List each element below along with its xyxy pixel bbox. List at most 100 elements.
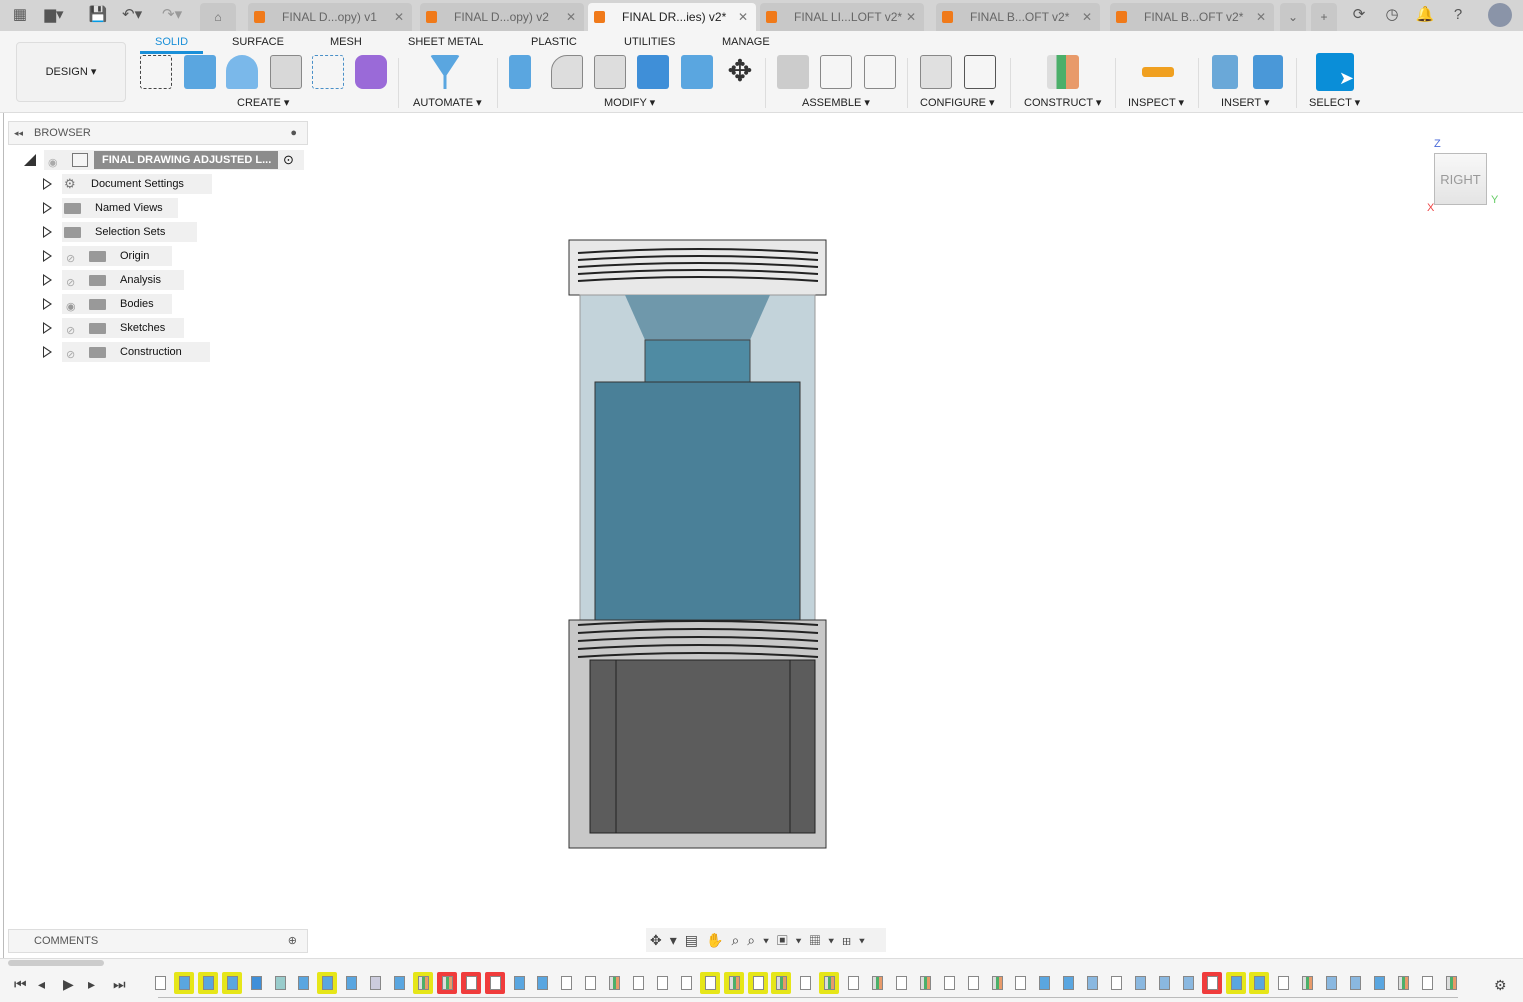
group-configure[interactable]: CONFIGURE ▾ — [920, 96, 995, 109]
group-assemble[interactable]: ASSEMBLE ▾ — [802, 96, 870, 109]
group-create[interactable]: CREATE ▾ — [237, 96, 289, 109]
timeline-feature-align[interactable] — [532, 972, 552, 994]
timeline-feature-shell[interactable] — [1345, 972, 1365, 994]
group-modify[interactable]: MODIFY ▾ — [604, 96, 655, 109]
redo-icon[interactable]: ↷▾ — [162, 5, 182, 25]
browser-node[interactable]: Selection Sets — [0, 222, 310, 242]
timeline-feature-move[interactable] — [1201, 972, 1222, 994]
timeline-feature-shell[interactable] — [1130, 972, 1150, 994]
extrude-icon[interactable] — [184, 55, 216, 89]
ribbon-tab-solid[interactable]: SOLID — [139, 36, 204, 54]
activate-radio-icon[interactable]: ⊙ — [283, 150, 294, 170]
timeline-feature-sketch[interactable] — [1417, 972, 1437, 994]
document-tab[interactable]: FINAL DR...ies) v2* ✕ — [588, 3, 756, 31]
timeline-feature-plane[interactable] — [436, 972, 457, 994]
timeline-feature-plane[interactable] — [915, 972, 935, 994]
browser-node[interactable]: ⊘ Analysis — [0, 270, 310, 290]
insert-image-icon[interactable] — [1253, 55, 1283, 89]
close-tab-icon[interactable]: ✕ — [906, 3, 916, 31]
group-insert[interactable]: INSERT ▾ — [1221, 96, 1270, 109]
expand-triangle-icon[interactable] — [43, 322, 52, 334]
timeline-feature-extrude[interactable] — [197, 972, 218, 994]
hidden-eye-icon[interactable]: ⊘ — [66, 321, 75, 341]
expand-triangle-icon[interactable] — [43, 178, 52, 190]
grid-icon[interactable]: ▦▾ — [810, 932, 843, 948]
timeline-feature-extrude[interactable] — [1249, 972, 1270, 994]
group-construct[interactable]: CONSTRUCT ▾ — [1024, 96, 1101, 109]
timeline-feature-plane[interactable] — [723, 972, 744, 994]
tab-overflow-chevron-icon[interactable]: ⌄ — [1280, 3, 1306, 31]
fit-icon[interactable]: ⌕▾ — [747, 932, 777, 948]
timeline-feature-plane[interactable] — [1393, 972, 1413, 994]
timeline-feature-plane[interactable] — [867, 972, 887, 994]
undo-icon[interactable]: ↶▾ — [122, 5, 142, 25]
expand-triangle-icon[interactable] — [43, 226, 52, 238]
display-settings-icon[interactable]: ▣▾ — [777, 932, 810, 948]
timeline-feature-sketch[interactable] — [652, 972, 672, 994]
orbit-icon[interactable]: ✥▾ — [650, 932, 685, 948]
bom-table-icon[interactable] — [864, 55, 896, 89]
timeline-feature-shell[interactable] — [1082, 972, 1102, 994]
ribbon-tab-sheet-metal[interactable]: SHEET METAL — [408, 36, 483, 48]
timeline-feature-sketch[interactable] — [699, 972, 720, 994]
timeline-feature-sketch[interactable] — [150, 972, 170, 994]
group-select[interactable]: SELECT ▾ — [1309, 96, 1360, 109]
collapse-triangle-icon[interactable] — [24, 154, 36, 166]
comments-expand-icon[interactable]: ⊕ — [288, 930, 297, 952]
configuration-table-icon[interactable] — [964, 55, 996, 89]
timeline-scrollbar[interactable] — [8, 960, 104, 966]
document-tab[interactable]: FINAL LI...LOFT v2* ✕ — [760, 3, 924, 31]
file-menu-icon[interactable]: ▆▾ — [44, 5, 64, 25]
timeline-feature-sketch[interactable] — [676, 972, 696, 994]
timeline-feature-extrude[interactable] — [293, 972, 313, 994]
group-inspect[interactable]: INSPECT ▾ — [1128, 96, 1184, 109]
browser-minimize-icon[interactable]: ● — [290, 122, 297, 144]
timeline-feature-sketch[interactable] — [963, 972, 983, 994]
form-icon[interactable] — [355, 55, 387, 89]
browser-node[interactable]: ⊘ Origin — [0, 246, 310, 266]
timeline-feature-extrude[interactable] — [1034, 972, 1054, 994]
browser-node[interactable]: Named Views — [0, 198, 310, 218]
timeline-feature-sketch[interactable] — [628, 972, 648, 994]
user-avatar[interactable] — [1488, 3, 1512, 27]
group-automate[interactable]: AUTOMATE ▾ — [413, 96, 482, 109]
pan-hand-icon[interactable]: ✋ — [706, 932, 731, 948]
look-at-icon[interactable]: ▤ — [685, 932, 706, 948]
help-icon[interactable]: ? — [1448, 5, 1468, 25]
timeline-feature-move[interactable] — [484, 972, 505, 994]
visibility-eye-icon[interactable]: ◉ — [48, 153, 58, 173]
automate-icon[interactable] — [430, 55, 460, 89]
timeline-feature-move[interactable] — [1273, 972, 1293, 994]
configure-icon[interactable] — [920, 55, 952, 89]
play-icon[interactable]: ▶ — [63, 976, 74, 993]
timeline-feature-move[interactable] — [460, 972, 481, 994]
hidden-eye-icon[interactable]: ⊘ — [66, 273, 75, 293]
timeline-feature-sketch[interactable] — [891, 972, 911, 994]
zoom-icon[interactable]: ⌕ — [731, 932, 747, 948]
new-tab-plus-icon[interactable]: + — [1311, 3, 1337, 31]
document-tab[interactable]: FINAL B...OFT v2* ✕ — [1110, 3, 1274, 31]
browser-node[interactable]: ⚙ Document Settings — [0, 174, 310, 194]
expand-triangle-icon[interactable] — [43, 298, 52, 310]
ribbon-tab-surface[interactable]: SURFACE — [232, 36, 284, 48]
extensions-icon[interactable]: ⟳ — [1349, 5, 1369, 25]
timeline-feature-sketch[interactable] — [1010, 972, 1030, 994]
timeline-feature-plane[interactable] — [604, 972, 624, 994]
move-icon[interactable]: ✥ — [724, 55, 756, 89]
create-sketch-icon[interactable] — [140, 55, 172, 89]
workspace-switcher[interactable]: DESIGN ▾ — [16, 42, 126, 102]
select-icon[interactable]: ➤ — [1316, 53, 1354, 91]
go-to-end-icon[interactable]: ⏭ — [113, 976, 126, 993]
revolve-icon[interactable] — [226, 55, 258, 89]
document-tab[interactable]: FINAL D...opy) v1 ✕ — [248, 3, 412, 31]
timeline-feature-sketch[interactable] — [556, 972, 576, 994]
timeline-feature-extrude[interactable] — [317, 972, 338, 994]
hidden-eye-icon[interactable]: ⊘ — [66, 345, 75, 365]
ribbon-tab-plastic[interactable]: PLASTIC — [531, 36, 577, 48]
hidden-eye-icon[interactable]: ⊘ — [66, 249, 75, 269]
ribbon-tab-utilities[interactable]: UTILITIES — [624, 36, 675, 48]
timeline-feature-extrude[interactable] — [341, 972, 361, 994]
split-body-icon[interactable] — [681, 55, 713, 89]
visibility-eye-icon[interactable]: ◉ — [66, 297, 76, 317]
hole-icon[interactable] — [270, 55, 302, 89]
